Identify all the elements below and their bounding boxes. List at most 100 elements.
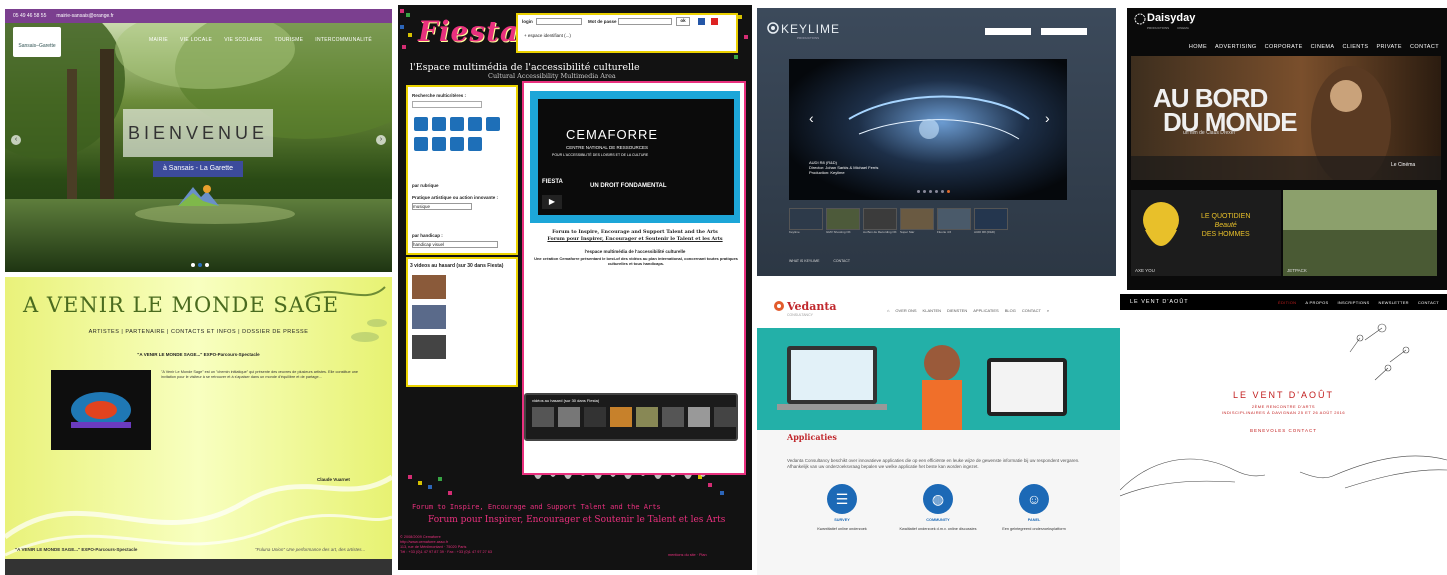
- daisyday-logo[interactable]: Daisyday: [1147, 12, 1195, 24]
- menu-edition[interactable]: ÉDITION: [1278, 300, 1296, 305]
- menu-contact[interactable]: CONTACT: [1418, 300, 1439, 305]
- keylime-logo[interactable]: KEYLIME: [781, 22, 840, 36]
- daisyday-menu: HOME ADVERTISING CORPORATE CINEMA CLIENT…: [1189, 44, 1439, 50]
- thumb-item[interactable]: Keylime: [789, 208, 823, 236]
- feature-survey[interactable]: ☰ SURVEY Kwantitatief online onderzoek: [797, 484, 887, 532]
- avenir-title: A VENIR LE MONDE SAGE: [23, 293, 340, 317]
- thumb-item[interactable]: Super Star: [900, 208, 934, 236]
- menu-a-propos[interactable]: A PROPOS: [1305, 300, 1328, 305]
- slide-caption: AUDI R8 (R&D) Director: Johan Sarkis & M…: [809, 160, 878, 175]
- strip-thumb[interactable]: [558, 407, 580, 427]
- espace-identifiant-link[interactable]: + espace identifiant (...): [524, 33, 571, 38]
- password-input[interactable]: [618, 18, 672, 25]
- strip-thumb[interactable]: [610, 407, 632, 427]
- search-input[interactable]: [412, 101, 482, 108]
- nav-item-intercommunalite[interactable]: INTERCOMMUNALITÉ: [315, 37, 372, 43]
- vent-links[interactable]: BENEVOLES CONTACT: [1120, 428, 1447, 433]
- menu-corporate[interactable]: CORPORATE: [1265, 44, 1303, 50]
- hero-slider[interactable]: [789, 59, 1067, 200]
- avenir-menu[interactable]: ARTISTES | PARTENAIRE | CONTACTS ET INFO…: [5, 329, 392, 335]
- menu-inscriptions[interactable]: INSCRIPTIONS: [1337, 300, 1369, 305]
- region-logo-icon: [178, 185, 219, 206]
- thumb-item[interactable]: Au Bon de Recording OK: [863, 208, 897, 236]
- nav-diensten[interactable]: DIENSTEN: [947, 308, 967, 313]
- video-thumb-1[interactable]: [412, 275, 446, 299]
- login-input[interactable]: [985, 28, 1031, 35]
- strip-thumb[interactable]: [636, 407, 658, 427]
- footer-contact-link[interactable]: CONTACT: [833, 259, 850, 263]
- slider-next-icon[interactable]: ›: [376, 135, 386, 145]
- nav-applicaties[interactable]: APPLICATIES: [973, 308, 999, 313]
- thumb-item[interactable]: Fluorie 4:6: [937, 208, 971, 236]
- cemaforre-video[interactable]: CEMAFORRE CENTRE NATIONAL DE RESSOURCES …: [530, 91, 740, 223]
- nav-item-vie-locale[interactable]: VIE LOCALE: [180, 37, 212, 43]
- nav-contact[interactable]: CONTACT: [1022, 308, 1041, 313]
- video-player[interactable]: [51, 370, 151, 450]
- feature-community[interactable]: ◍ COMMUNITY Kwalitatief onderzoek d.m.v.…: [893, 484, 983, 532]
- nav-item-tourisme[interactable]: TOURISME: [275, 37, 304, 43]
- nav-blog[interactable]: BLOG: [1005, 308, 1016, 313]
- strip-thumb[interactable]: [662, 407, 684, 427]
- garden-photo-image: [1283, 190, 1437, 276]
- password-input[interactable]: [1041, 28, 1087, 35]
- survey-icon: ☰: [827, 484, 857, 514]
- project-tile-jetpack[interactable]: JETPACK: [1283, 190, 1437, 276]
- vedanta-logo[interactable]: Vedanta: [787, 300, 837, 313]
- slider-next-icon[interactable]: ›: [1045, 110, 1050, 126]
- nav-over-ons[interactable]: OVER ONS: [895, 308, 916, 313]
- ok-button[interactable]: ok: [676, 17, 690, 26]
- hero-title: AU BORD DU MONDE: [1153, 83, 1298, 137]
- sansais-site: 05 49 46 58 55 mairie-sansais@orange.fr …: [5, 9, 392, 272]
- car-headlight-image: [789, 59, 1067, 200]
- caption-production: Production: Keylime: [809, 170, 845, 175]
- footer-what-is-link[interactable]: WHAT IS KEYLIME: [789, 259, 819, 263]
- login-box: login Mot de passe ok + espace identifia…: [516, 13, 738, 53]
- strip-thumb[interactable]: [688, 407, 710, 427]
- forum-fr-text[interactable]: Forum pour Inspirer, Encourager et Soute…: [528, 236, 742, 242]
- nav-klanten[interactable]: KLANTEN: [923, 308, 941, 313]
- handicap-select[interactable]: handicap visuel: [412, 241, 498, 248]
- thumb-item[interactable]: GMV Shooting OK: [826, 208, 860, 236]
- footer-forum-fr: Forum pour Inspirer, Encourager et Soute…: [428, 515, 726, 525]
- avenir-quote: "A VENIR LE MONDE SAGE..." EXPO-Parcours…: [137, 352, 260, 357]
- strip-thumb[interactable]: [584, 407, 606, 427]
- project-tile-axe[interactable]: LE QUOTIDIEN Beauté DES HOMMES AXE YOU: [1131, 190, 1281, 276]
- random-thumbs-bar: vidéos au hasard (sur 30 dans Fiesta): [524, 393, 738, 441]
- slider-prev-icon[interactable]: ‹: [11, 135, 21, 145]
- menu-private[interactable]: PRIVATE: [1376, 44, 1402, 50]
- search-icon[interactable]: ⌕: [1047, 308, 1049, 313]
- forum-en-text: Forum to Inspire, Encourage and Support …: [552, 229, 718, 235]
- menu-cinema[interactable]: CINEMA: [1311, 44, 1335, 50]
- nav-item-vie-scolaire[interactable]: VIE SCOLAIRE: [224, 37, 262, 43]
- tile-label-axe: AXE YOU: [1135, 268, 1155, 273]
- video-thumb-3[interactable]: [412, 335, 446, 359]
- slider-dots: [917, 190, 950, 193]
- accessibility-icons: [414, 117, 500, 151]
- mentions-link[interactable]: mentions du site · Plan: [668, 553, 707, 558]
- menu-clients[interactable]: CLIENTS: [1342, 44, 1368, 50]
- home-icon[interactable]: ⌂: [887, 308, 889, 313]
- applicaties-description: Vedanta Consultancy beschikt over innova…: [787, 458, 1080, 469]
- video-thumb-2[interactable]: [412, 305, 446, 329]
- menu-contact[interactable]: CONTACT: [1410, 44, 1439, 50]
- language-flags[interactable]: [698, 18, 719, 25]
- login-input[interactable]: [536, 18, 582, 25]
- email-link[interactable]: mairie-sansais@orange.fr: [56, 13, 113, 19]
- copyright-block: © 2008/2009 Cemaforre http://www.cemafor…: [400, 535, 493, 554]
- strip-thumb[interactable]: [532, 407, 554, 427]
- thumb-item[interactable]: AUDI R8 (R&D): [974, 208, 1008, 236]
- fiesta-logo[interactable]: Fiesta: [418, 15, 519, 48]
- nav-item-mairie[interactable]: MAIRIE: [149, 37, 168, 43]
- musique-select[interactable]: musique: [412, 203, 472, 210]
- feature-panel[interactable]: ☺ PANEL Een gelntegreerd onderzoeksplatf…: [989, 484, 1079, 532]
- menu-newsletter[interactable]: NEWSLETTER: [1379, 300, 1409, 305]
- sansais-logo[interactable]: Sansais–Garette: [13, 27, 61, 57]
- slider-prev-icon[interactable]: ‹: [809, 110, 814, 126]
- play-icon[interactable]: ▶: [542, 195, 562, 209]
- random-thumbs-title: vidéos au hasard (sur 30 dans Fiesta): [532, 398, 600, 403]
- menu-advertising[interactable]: ADVERTISING: [1215, 44, 1257, 50]
- strip-thumb[interactable]: [714, 407, 736, 427]
- slider-dots: [191, 263, 209, 267]
- menu-home[interactable]: HOME: [1189, 44, 1207, 50]
- vent-brand[interactable]: LE VENT D'AOÛT: [1130, 299, 1189, 305]
